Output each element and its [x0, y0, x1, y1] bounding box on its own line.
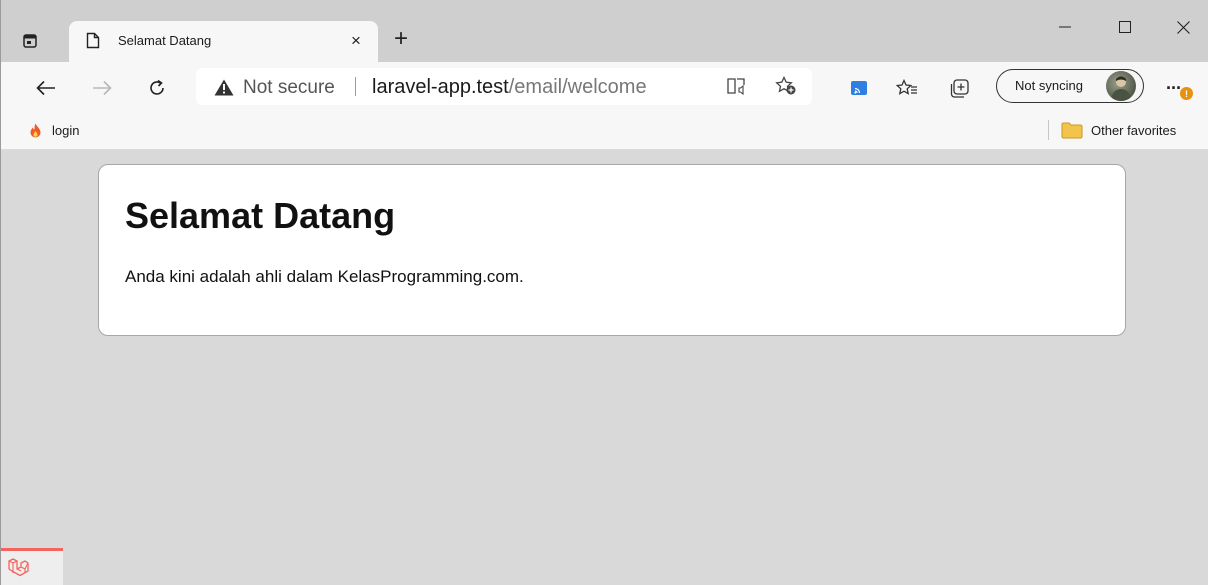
- flame-icon: [30, 123, 41, 137]
- close-window-button[interactable]: [1168, 14, 1198, 40]
- welcome-card: Selamat Datang Anda kini adalah ahli dal…: [98, 164, 1126, 336]
- minimize-icon: [1059, 26, 1071, 28]
- favorite-item-label: login: [52, 122, 80, 138]
- arrow-right-icon: [93, 80, 112, 96]
- url-host: laravel-app.test: [372, 76, 509, 98]
- sync-status-label: Not syncing: [1015, 78, 1083, 93]
- tab-title: Selamat Datang: [118, 33, 212, 48]
- profile-sync-button[interactable]: Not syncing: [996, 69, 1144, 103]
- welcome-message: Anda kini adalah ahli dalam KelasProgram…: [125, 267, 524, 286]
- tab-strip: Selamat Datang × +: [1, 0, 1208, 62]
- folder-icon: [1061, 122, 1083, 138]
- security-status[interactable]: Not secure: [243, 77, 335, 99]
- url-path: /email/welcome: [508, 76, 647, 98]
- collections-icon: [950, 78, 969, 98]
- notification-badge: !: [1180, 87, 1193, 100]
- laravel-logo-icon: [8, 558, 29, 577]
- other-favorites-label: Other favorites: [1091, 122, 1177, 138]
- favorites-list-icon: [896, 78, 917, 95]
- favorites-button[interactable]: [893, 74, 921, 102]
- browser-window: Selamat Datang × + Not secure laravel-ap…: [0, 0, 1208, 585]
- new-tab-button[interactable]: +: [389, 25, 413, 52]
- back-button[interactable]: [32, 74, 60, 102]
- settings-and-more-button[interactable]: ··· !: [1162, 78, 1193, 102]
- tab-actions-button[interactable]: [19, 30, 41, 52]
- forward-button[interactable]: [88, 74, 116, 102]
- debugbar-toggle[interactable]: [1, 548, 63, 585]
- refresh-button[interactable]: [143, 74, 171, 102]
- tab-active[interactable]: Selamat Datang ×: [69, 21, 378, 62]
- favorite-item-login[interactable]: login: [29, 119, 79, 141]
- tab-actions-icon: [23, 34, 37, 48]
- maximize-icon: [1119, 21, 1131, 33]
- cast-icon: [851, 81, 867, 95]
- close-icon: [1176, 20, 1190, 34]
- warning-icon: [214, 79, 234, 96]
- cast-extension-button[interactable]: [845, 74, 873, 102]
- page-viewport: Selamat Datang Anda kini adalah ahli dal…: [1, 151, 1208, 585]
- immersive-reader-icon[interactable]: [727, 77, 747, 95]
- favorites-divider: [1048, 120, 1049, 140]
- other-favorites-folder[interactable]: Other favorites: [1061, 119, 1176, 141]
- add-favorite-icon[interactable]: [775, 76, 797, 96]
- minimize-button[interactable]: [1050, 14, 1080, 40]
- profile-photo-icon: [1111, 76, 1131, 101]
- tab-close-button[interactable]: ×: [347, 31, 365, 50]
- favorites-bar: login Other favorites: [1, 112, 1208, 150]
- page-title: Selamat Datang: [125, 195, 396, 236]
- maximize-button[interactable]: [1110, 14, 1140, 40]
- refresh-icon: [150, 79, 164, 95]
- url-text[interactable]: laravel-app.test/email/welcome: [372, 76, 647, 99]
- page-icon: [86, 32, 100, 49]
- more-dots-icon: ···: [1166, 78, 1182, 98]
- navigation-toolbar: Not secure laravel-app.test/email/welcom…: [1, 62, 1208, 112]
- avatar: [1106, 71, 1136, 101]
- address-divider: [355, 77, 356, 96]
- arrow-left-icon: [36, 80, 55, 96]
- collections-button[interactable]: [946, 74, 974, 102]
- address-bar[interactable]: Not secure laravel-app.test/email/welcom…: [196, 68, 812, 105]
